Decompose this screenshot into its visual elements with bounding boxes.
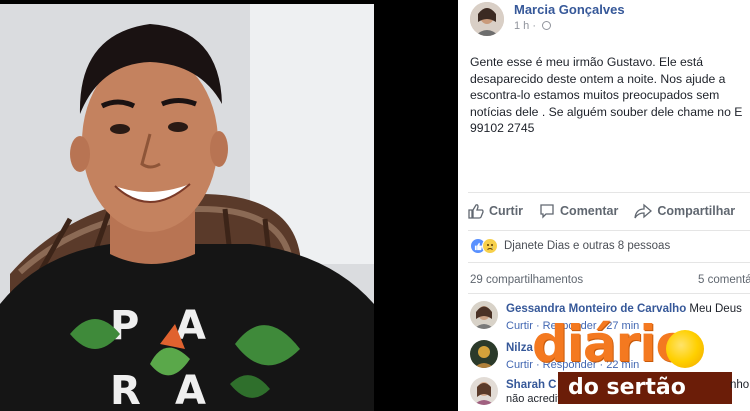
divider — [468, 230, 750, 231]
thumbs-up-icon — [468, 204, 484, 219]
photo-viewer: P A R A — [0, 0, 458, 411]
comment-text: Meu Deus — [689, 303, 742, 315]
comment-button[interactable]: Comentar — [539, 200, 618, 222]
share-label: Compartilhar — [657, 204, 736, 218]
avatar[interactable] — [470, 301, 498, 329]
avatar[interactable] — [470, 340, 498, 368]
share-icon — [634, 203, 653, 219]
svg-text:A: A — [175, 368, 206, 411]
reactions-text: Djanete Dias e outras 8 pessoas — [504, 240, 671, 252]
avatar[interactable] — [470, 377, 498, 405]
like-label: Curtir — [489, 204, 524, 218]
logo-sun-icon — [666, 330, 704, 368]
comments-count[interactable]: 5 comentá — [698, 274, 750, 286]
comment-body: Gessandra Monteiro de Carvalho Meu Deus — [506, 303, 742, 315]
photo-person-illustration: P A R A — [0, 4, 374, 411]
avatar[interactable] — [470, 2, 504, 36]
watermark-logo: diário do sertão — [528, 316, 748, 410]
post-time[interactable]: 1 h — [514, 20, 529, 32]
post-timestamp[interactable]: 1 h · — [514, 20, 552, 32]
divider — [468, 262, 750, 263]
logo-sub-text: do sertão — [568, 375, 686, 400]
logo-main-text: diário — [532, 315, 690, 373]
divider — [468, 293, 750, 294]
post-photo[interactable]: P A R A — [0, 4, 374, 411]
post-text: Gente esse é meu irmão Gustavo. Ele está… — [470, 55, 743, 135]
comment-tail-text: nho — [730, 379, 750, 391]
divider — [468, 192, 750, 193]
post-actions: Curtir Comentar Compartilhar — [468, 200, 750, 222]
svg-text:R: R — [110, 368, 141, 411]
post-author-name[interactable]: Marcia Gonçalves — [514, 2, 625, 17]
shares-count[interactable]: 29 compartilhamentos — [470, 274, 583, 286]
reactions-summary[interactable]: Djanete Dias e outras 8 pessoas — [470, 238, 670, 254]
sad-icon — [482, 238, 498, 254]
svg-text:P: P — [110, 303, 139, 349]
globe-icon — [542, 21, 552, 30]
author-avatar-image — [470, 2, 504, 36]
share-button[interactable]: Compartilhar — [634, 200, 735, 222]
comment-label: Comentar — [560, 204, 619, 218]
comment-author[interactable]: Gessandra Monteiro de Carvalho — [506, 303, 686, 315]
comment-icon — [540, 204, 554, 219]
like-button[interactable]: Curtir — [468, 200, 523, 222]
separator-dot: · — [529, 20, 540, 32]
